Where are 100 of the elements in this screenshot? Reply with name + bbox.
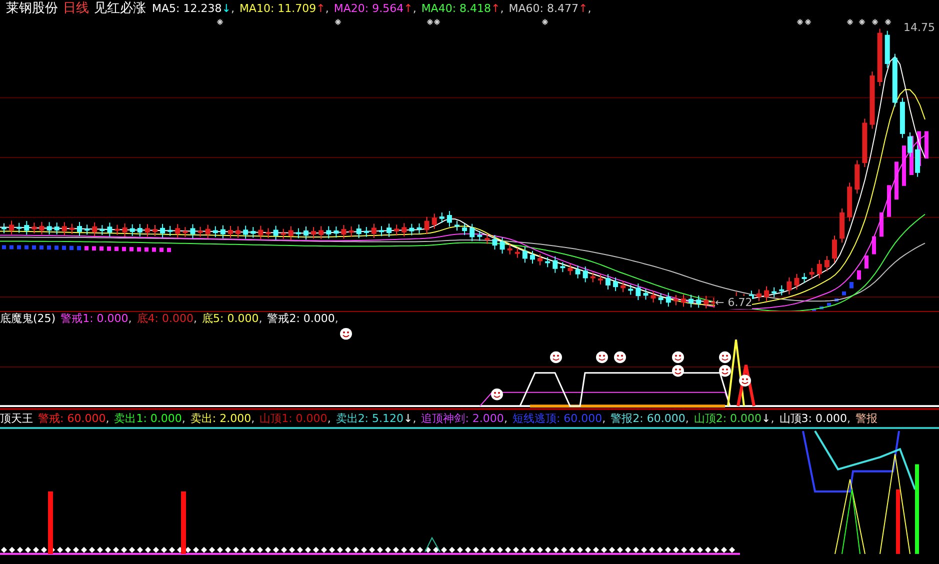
smiley-icon bbox=[340, 328, 352, 340]
smiley-icon bbox=[719, 351, 731, 364]
histogram-bar bbox=[167, 248, 171, 252]
histogram-bar bbox=[872, 236, 876, 254]
separator: , bbox=[251, 411, 255, 426]
legend-value: 卖出: 2.000 bbox=[190, 411, 252, 426]
histogram-bar bbox=[864, 255, 868, 268]
separator: , bbox=[258, 311, 262, 327]
low-price-label: ← 6.72 bbox=[715, 296, 752, 309]
separator: , bbox=[327, 411, 331, 426]
legend-value: 追顶神剑: 2.000 bbox=[421, 411, 504, 426]
histogram-bar bbox=[894, 162, 898, 200]
histogram-bar bbox=[887, 185, 891, 217]
separator: , bbox=[325, 1, 329, 17]
histogram-bar bbox=[54, 246, 58, 250]
legend-value: 底5: 0.000 bbox=[202, 311, 259, 327]
histogram-bar bbox=[820, 306, 824, 310]
separator: , bbox=[602, 411, 606, 426]
histogram-bar bbox=[24, 245, 28, 250]
signal-bar bbox=[181, 491, 186, 554]
indicator-title: 底魔鬼(25) bbox=[0, 311, 56, 327]
smiley-icon bbox=[614, 351, 626, 364]
legend-value: MA40: 8.418 bbox=[421, 1, 492, 17]
smiley-icon bbox=[672, 365, 684, 377]
legend-value: 警戒2: 0.000 bbox=[267, 311, 335, 327]
histogram-bar bbox=[122, 246, 126, 252]
legend-value: 警报 bbox=[855, 411, 878, 426]
legend-value: 山顶2: 0.000 bbox=[694, 411, 762, 426]
histogram-bar bbox=[2, 245, 6, 250]
smiley-icon bbox=[739, 374, 751, 387]
high-price-label: 14.75 bbox=[904, 20, 935, 36]
separator: , bbox=[128, 311, 132, 327]
legend-value: 警戒1: 0.000 bbox=[60, 311, 128, 327]
legend-value: 山顶1: 0.000 bbox=[260, 411, 328, 426]
trend-arrow: ↑ bbox=[316, 1, 326, 17]
legend-value: MA60: 8.477 bbox=[508, 1, 578, 17]
trend-arrow: ↑ bbox=[404, 1, 413, 17]
separator: , bbox=[846, 411, 850, 426]
legend-value: 底4: 0.000 bbox=[136, 311, 194, 327]
signal-bar bbox=[48, 491, 53, 554]
legend-value: 卖出2: 5.120 bbox=[336, 411, 404, 426]
trend-arrow: ↓ bbox=[222, 1, 231, 17]
separator: , bbox=[500, 1, 504, 17]
histogram-bar bbox=[114, 246, 118, 252]
smiley-icon bbox=[719, 365, 731, 377]
histogram-bar bbox=[880, 212, 884, 237]
smiley-icon bbox=[491, 388, 503, 400]
separator: , bbox=[182, 411, 186, 426]
histogram-bar bbox=[47, 246, 51, 250]
histogram-bar bbox=[100, 246, 104, 251]
smiley-icon bbox=[550, 351, 562, 364]
histogram-bar bbox=[10, 245, 14, 250]
separator: , bbox=[106, 411, 110, 426]
trend-arrow: ↑ bbox=[491, 1, 500, 17]
histogram-bar bbox=[842, 291, 846, 296]
legend-value: 山顶3: 0.000 bbox=[779, 411, 847, 426]
histogram-bar bbox=[827, 302, 831, 306]
histogram-bar bbox=[77, 246, 81, 250]
legend-value: MA20: 9.564 bbox=[334, 1, 404, 17]
asterisk-marker-icon bbox=[872, 18, 878, 26]
histogram-bar bbox=[144, 247, 148, 252]
histogram-bar bbox=[924, 131, 928, 159]
trend-arrow: ↓ bbox=[404, 411, 413, 426]
period-label: 日线 bbox=[63, 1, 89, 17]
smiley-icon bbox=[596, 351, 608, 364]
asterisk-marker-icon bbox=[858, 18, 866, 26]
separator: , bbox=[504, 411, 508, 426]
smiley-icon bbox=[672, 351, 684, 364]
separator: , bbox=[334, 311, 338, 327]
legend-value: 短线逃顶: 60.000 bbox=[512, 411, 602, 426]
separator: , bbox=[412, 1, 416, 17]
legend-value: MA5: 12.238 bbox=[152, 1, 222, 17]
legend-value: MA10: 11.709 bbox=[239, 1, 316, 17]
histogram-bar bbox=[850, 282, 854, 288]
histogram-bar bbox=[40, 245, 44, 250]
legend-value: 警戒: 60.000 bbox=[38, 411, 106, 426]
histogram-bar bbox=[92, 246, 96, 251]
histogram-bar bbox=[62, 246, 66, 250]
separator: , bbox=[194, 311, 197, 327]
histogram-bar bbox=[857, 270, 861, 280]
signal-bar bbox=[896, 489, 900, 554]
histogram-bar bbox=[137, 247, 141, 252]
histogram-bar bbox=[130, 247, 134, 252]
separator: , bbox=[685, 411, 689, 426]
asterisk-marker-icon bbox=[216, 18, 224, 26]
formula-name: 见红必涨 bbox=[94, 1, 146, 17]
histogram-bar bbox=[160, 248, 164, 252]
asterisk-marker-icon bbox=[884, 18, 892, 26]
asterisk-marker-icon bbox=[846, 18, 854, 26]
asterisk-marker-icon bbox=[334, 18, 342, 26]
legend-value: 卖出1: 0.000 bbox=[114, 411, 182, 426]
spike-line bbox=[424, 536, 440, 552]
asterisk-marker-icon bbox=[542, 18, 548, 26]
histogram-bar bbox=[834, 298, 838, 302]
legend-value: 警报2: 60.000 bbox=[610, 411, 686, 426]
trend-arrow: ↓ bbox=[762, 411, 771, 426]
stock-name: 莱钢股份 bbox=[6, 1, 58, 17]
histogram-bar bbox=[152, 248, 156, 252]
histogram-bar bbox=[17, 245, 21, 250]
histogram-bar bbox=[70, 246, 74, 250]
